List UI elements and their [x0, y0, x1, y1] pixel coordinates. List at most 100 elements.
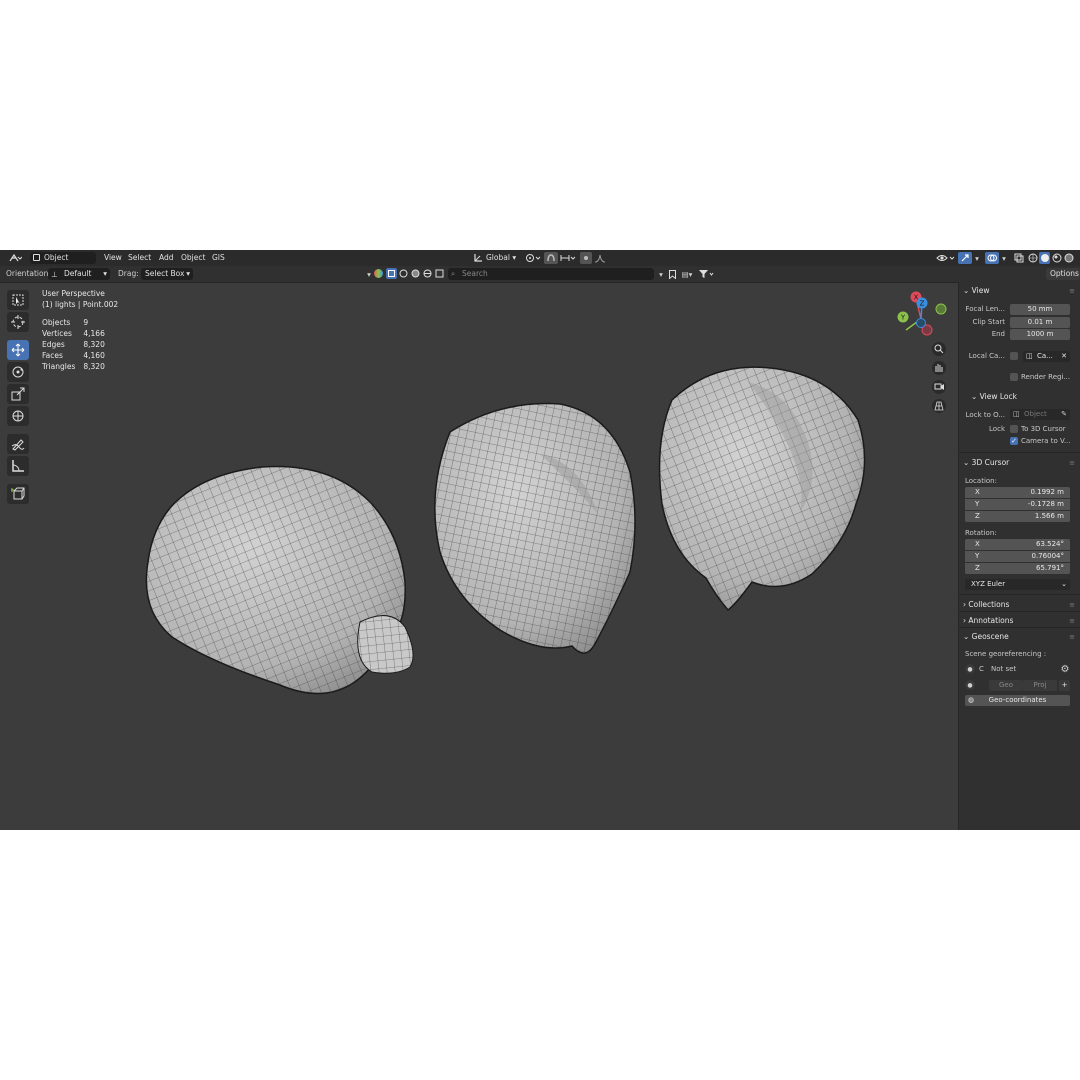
gizmo-z-label: Z — [920, 300, 925, 308]
snap-toggle-icon[interactable] — [544, 252, 558, 264]
lock-to-object-field[interactable]: ◫ Object ✎ — [1010, 409, 1070, 420]
visibility-icon[interactable] — [935, 252, 957, 264]
geoscene-title: Geoscene — [971, 632, 1009, 641]
drag-handle-icon[interactable]: ≡ — [1069, 633, 1075, 641]
transform-orientation-label: Global — [486, 253, 510, 262]
transform-orientation-select[interactable]: Global ▾ — [486, 251, 516, 265]
filter-camera-icon[interactable] — [422, 268, 433, 279]
viewport-header: Object Mode▾ View Select Add Object GIS … — [0, 250, 1080, 274]
mode-select[interactable]: Object Mode▾ — [30, 252, 96, 274]
navigation-gizmo[interactable]: X Z Y — [897, 291, 947, 336]
local-camera-field[interactable]: ◫ Ca... ✕ — [1023, 351, 1070, 362]
rotation-z-field[interactable]: Z 65.791° — [965, 563, 1070, 574]
drag-handle-icon[interactable]: ≡ — [1069, 601, 1075, 609]
local-camera-checkbox[interactable] — [1010, 352, 1018, 360]
pivot-point-icon[interactable] — [524, 252, 542, 264]
menu-add[interactable]: Add — [159, 251, 174, 265]
chevron-down-icon[interactable]: ▾ — [656, 268, 666, 280]
gizmo-neg-z[interactable] — [916, 318, 926, 328]
mesh-object-3[interactable] — [658, 366, 866, 612]
menu-select[interactable]: Select — [128, 251, 151, 265]
chevron-down-icon[interactable]: ▾ — [972, 252, 982, 264]
filter-mesh-icon[interactable] — [398, 268, 409, 279]
chevron-down-icon: ⌄ — [963, 286, 972, 295]
render-region-label: Render Regi... — [1021, 373, 1071, 381]
chevron-down-icon[interactable]: ▾ — [364, 268, 374, 280]
filter-select-icon[interactable] — [386, 268, 397, 279]
add-icon[interactable]: + — [1059, 680, 1070, 691]
camera-to-view-checkbox[interactable]: ✓ — [1010, 437, 1018, 445]
gizmo-toggle-icon[interactable] — [958, 252, 972, 264]
location-z-field[interactable]: Z 1.566 m — [965, 511, 1070, 522]
collections-panel-header[interactable]: › Collections — [963, 598, 1009, 612]
drag-handle-icon[interactable]: ≡ — [1069, 287, 1075, 295]
object-mode-icon — [33, 254, 40, 261]
wireframe-shading-icon[interactable] — [1027, 252, 1038, 264]
rendered-shading-icon[interactable] — [1063, 252, 1074, 264]
annotations-panel-header[interactable]: › Annotations — [963, 614, 1013, 628]
view-panel-header[interactable]: ⌄ View — [963, 284, 989, 298]
gear-icon[interactable]: ⚙ — [1059, 663, 1071, 675]
chevron-down-icon[interactable]: ▾ — [999, 252, 1009, 264]
location-x-field[interactable]: X 0.1992 m — [965, 487, 1070, 498]
clip-end-label: End — [991, 330, 1005, 338]
material-shading-icon[interactable] — [1051, 252, 1062, 264]
color-icon[interactable] — [374, 269, 383, 278]
camera-view-icon[interactable] — [932, 380, 946, 394]
chevron-down-icon: ⌄ — [1061, 580, 1067, 588]
perspective-grid-icon[interactable] — [932, 399, 946, 413]
focal-length-field[interactable]: 50 mm — [1010, 304, 1070, 315]
drag-select[interactable]: Select Box ▾ — [141, 268, 193, 280]
focal-length-label: Focal Len... — [965, 305, 1005, 313]
filter-icon[interactable] — [697, 268, 715, 280]
local-camera-value: Ca... — [1037, 352, 1053, 360]
geo-button[interactable]: Geo — [989, 680, 1023, 691]
proportional-edit-icon[interactable] — [580, 252, 592, 264]
chevron-down-icon: ▾ — [512, 253, 517, 262]
mesh-object-1[interactable] — [145, 465, 414, 695]
render-region-checkbox[interactable] — [1010, 373, 1018, 381]
filter-other-icon[interactable] — [434, 268, 445, 279]
editor-type-icon[interactable] — [6, 252, 24, 264]
axis-label: Y — [975, 500, 980, 508]
location-y-field[interactable]: Y -0.1728 m — [965, 499, 1070, 510]
geo-coordinates-button[interactable]: ◍ Geo-coordinates — [965, 695, 1070, 706]
menu-object[interactable]: Object — [181, 251, 205, 265]
xray-toggle-icon[interactable] — [1013, 252, 1025, 264]
options-button[interactable]: Options — [1046, 268, 1080, 280]
clip-start-field[interactable]: 0.01 m — [1010, 317, 1070, 328]
drag-handle-icon[interactable]: ≡ — [1069, 617, 1075, 625]
search-input[interactable]: ⌕ Search — [448, 268, 654, 280]
dot-icon: ● — [965, 680, 975, 690]
sort-icon[interactable]: ▤▾ — [679, 268, 695, 280]
overlays-toggle-icon[interactable] — [985, 252, 999, 264]
bookmark-icon[interactable] — [667, 268, 677, 280]
eyedropper-icon[interactable]: ✎ — [1061, 409, 1067, 420]
chevron-down-icon: ⌄ — [963, 632, 972, 641]
falloff-icon[interactable] — [593, 252, 609, 264]
close-icon[interactable]: ✕ — [1061, 351, 1067, 362]
view-lock-header[interactable]: ⌄ View Lock — [971, 390, 1017, 404]
drag-handle-icon[interactable]: ≡ — [1069, 459, 1075, 467]
rotation-x-field[interactable]: X 63.524° — [965, 539, 1070, 550]
proj-button[interactable]: Proj — [1023, 680, 1057, 691]
to-3d-cursor-checkbox[interactable] — [1010, 425, 1018, 433]
clip-end-field[interactable]: 1000 m — [1010, 329, 1070, 340]
zoom-icon[interactable] — [932, 342, 946, 356]
location-z-value: 1.566 m — [1034, 512, 1064, 520]
cursor-panel-header[interactable]: ⌄ 3D Cursor — [963, 456, 1009, 470]
rotation-mode-select[interactable]: XYZ Euler ⌄ — [965, 579, 1070, 590]
pan-hand-icon[interactable] — [932, 361, 946, 375]
snap-target-icon[interactable] — [559, 252, 577, 264]
menu-gis[interactable]: GIS — [212, 251, 225, 265]
orientation-select[interactable]: ⊥ Default ▾ — [48, 268, 110, 280]
rotation-y-field[interactable]: Y 0.76004° — [965, 551, 1070, 562]
mesh-object-2[interactable] — [434, 402, 636, 654]
solid-shading-icon[interactable] — [1039, 252, 1050, 264]
menu-view[interactable]: View — [104, 251, 122, 265]
filter-light-icon[interactable] — [410, 268, 421, 279]
axis-label: X — [975, 488, 980, 496]
gizmo-neg-y[interactable] — [935, 303, 947, 315]
viewport-canvas[interactable]: X Z Y — [0, 282, 958, 830]
geoscene-panel-header[interactable]: ⌄ Geoscene — [963, 630, 1009, 644]
